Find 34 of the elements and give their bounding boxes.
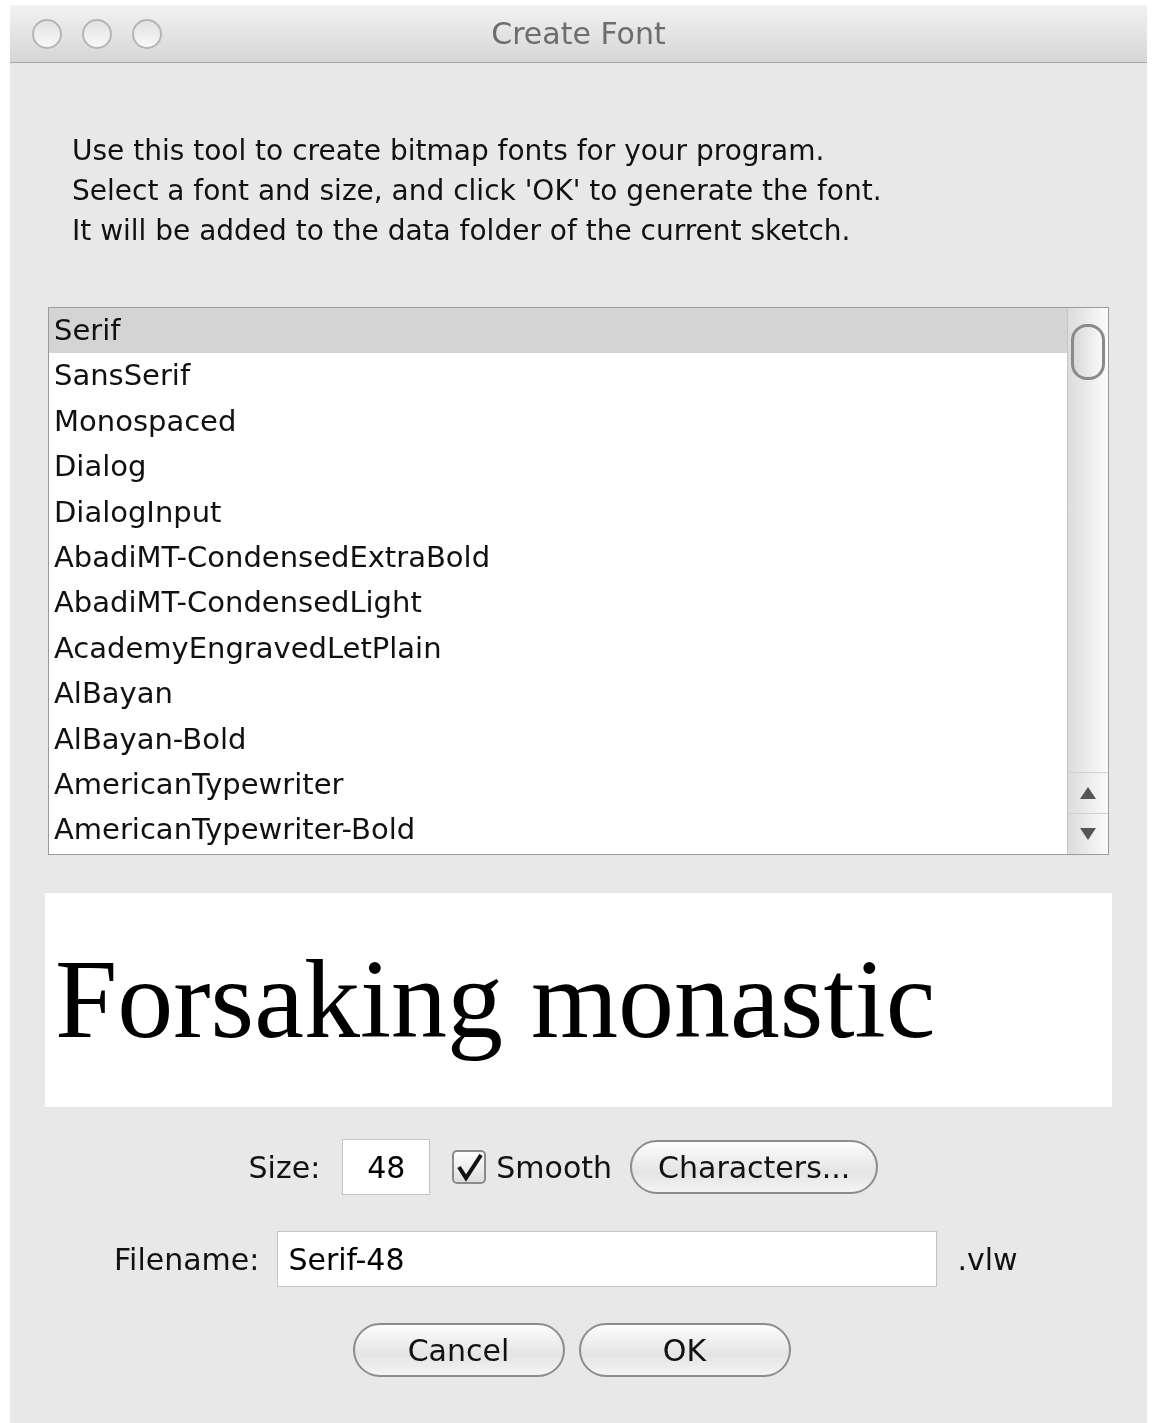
font-list-item[interactable]: Serif — [49, 308, 1067, 354]
font-list-item[interactable]: DialogInput — [49, 489, 1067, 535]
window-title: Create Font — [491, 16, 666, 51]
filename-field[interactable]: Serif-48 — [277, 1231, 938, 1287]
description-text: Select a font and size, and click 'OK' to generate the font. — [72, 173, 883, 209]
up-arrow-icon — [1079, 786, 1097, 800]
characters-button[interactable]: Characters... — [630, 1140, 879, 1194]
smooth-label: Smooth — [496, 1149, 613, 1185]
font-list-item[interactable]: Dialog — [49, 444, 1067, 490]
smooth-checkbox[interactable] — [452, 1150, 487, 1184]
down-arrow-icon — [1079, 827, 1097, 841]
size-field[interactable]: 48 — [342, 1139, 431, 1195]
font-list-item[interactable]: AmericanTypewriter — [49, 761, 1067, 808]
size-label: Size: — [248, 1149, 321, 1185]
dialog-button[interactable]: OK — [578, 1323, 791, 1377]
font-list-item[interactable]: AbadiMT-CondensedLight — [49, 580, 1067, 626]
file-extension: .vlw — [957, 1241, 1018, 1277]
zoom-button[interactable] — [132, 18, 162, 49]
font-list-item[interactable]: AcademyEngravedLetPlain — [49, 625, 1067, 672]
minimize-button[interactable] — [82, 18, 112, 49]
dialog-button[interactable]: Cancel — [352, 1323, 565, 1377]
font-list-item[interactable]: SansSerif — [49, 353, 1067, 399]
font-list-item[interactable]: AlBayan-Bold — [49, 716, 1067, 762]
preview-text: Forsaking monastic — [54, 938, 936, 1062]
description-text: It will be added to the data folder of the current sketch. — [72, 213, 852, 249]
close-button[interactable] — [32, 18, 62, 49]
description-text: Use this tool to create bitmap fonts for your program. — [72, 133, 826, 169]
font-list-item[interactable]: AlBayan — [49, 671, 1067, 717]
filename-label: Filename: — [114, 1241, 260, 1277]
scrollbar[interactable] — [1067, 308, 1108, 854]
scrollbar-thumb[interactable] — [1071, 324, 1105, 380]
font-list-item[interactable]: Monospaced — [49, 398, 1067, 445]
font-list-item[interactable]: AbadiMT-CondensedExtraBold — [49, 534, 1067, 581]
font-list-item[interactable]: AmericanTypewriter-Bold — [49, 807, 1067, 853]
